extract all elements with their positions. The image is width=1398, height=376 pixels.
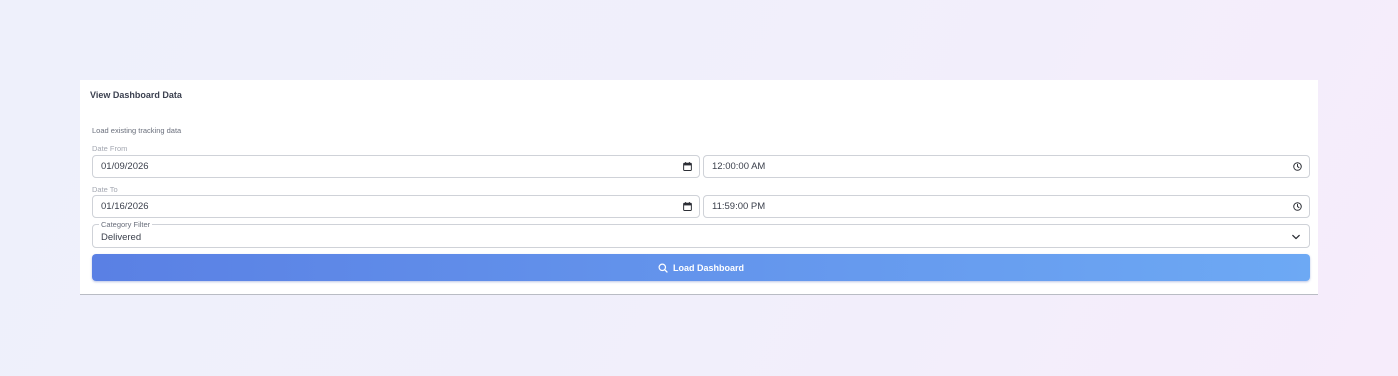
calendar-icon[interactable] [683,202,692,211]
date-from-time-value: 12:00:00 AM [712,161,766,172]
load-dashboard-label: Load Dashboard [672,262,744,273]
date-from-label: Date From [92,144,128,153]
clock-icon[interactable] [1293,202,1302,211]
date-to-date-value: 01/16/2026 [101,201,149,212]
chevron-down-icon[interactable] [1291,232,1301,242]
date-from-date-input[interactable]: 01/09/2026 [92,155,700,178]
date-to-label: Date To [92,185,118,194]
date-to-date-input[interactable]: 01/16/2026 [92,195,700,218]
category-filter-value: Delivered [101,232,142,243]
date-to-time-input[interactable]: 11:59:00 PM [703,195,1310,218]
card-title: View Dashboard Data [90,90,182,100]
date-from-date-value: 01/09/2026 [101,161,149,172]
category-filter-select[interactable]: Category Filter Delivered [92,220,1310,248]
date-to-time-value: 11:59:00 PM [712,201,766,212]
date-from-time-input[interactable]: 12:00:00 AM [703,155,1310,178]
calendar-icon[interactable] [683,162,692,171]
card-subtitle: Load existing tracking data [92,126,182,135]
load-dashboard-button[interactable]: Load Dashboard [92,254,1310,281]
search-icon [658,263,668,273]
category-filter-label: Category Filter [99,220,153,229]
clock-icon[interactable] [1293,162,1302,171]
dashboard-data-card: View Dashboard Data Load existing tracki… [80,80,1318,295]
